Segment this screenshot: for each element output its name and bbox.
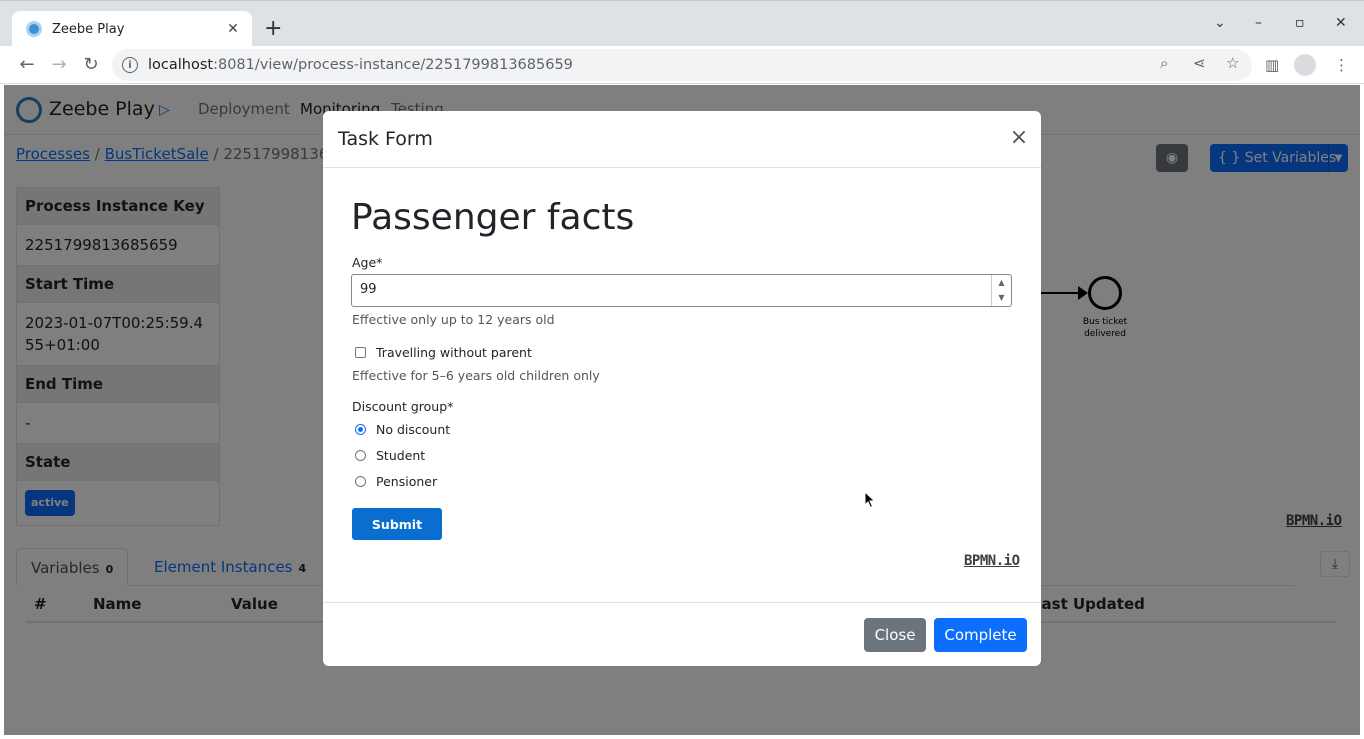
age-stepper[interactable]: ▲ ▼	[991, 275, 1011, 306]
travelling-help-text: Effective for 5–6 years old children onl…	[352, 368, 600, 383]
travelling-without-parent-label[interactable]: Travelling without parent	[376, 345, 532, 360]
radio-student[interactable]	[355, 450, 366, 461]
new-tab-icon[interactable]: +	[264, 17, 282, 41]
browser-menu-icon[interactable]: ⋮	[1334, 56, 1349, 74]
share-icon[interactable]: ⋖	[1193, 54, 1206, 72]
radio-pensioner-label[interactable]: Pensioner	[376, 474, 437, 489]
reload-icon[interactable]: ↻	[80, 54, 102, 75]
age-value: 99	[360, 282, 377, 297]
address-bar: ← → ↻ i localhost:8081/view/process-inst…	[0, 46, 1364, 84]
url-field[interactable]: i localhost:8081/view/process-instance/2…	[112, 49, 1252, 81]
tab-title: Zeebe Play	[52, 21, 125, 37]
complete-button[interactable]: Complete	[934, 618, 1027, 652]
age-label: Age*	[352, 255, 383, 270]
radio-pensioner[interactable]	[355, 476, 366, 487]
radio-no-discount-label[interactable]: No discount	[376, 422, 450, 437]
profile-avatar-icon[interactable]	[1294, 54, 1316, 76]
task-form-modal: Task Form × Passenger facts Age* 99 ▲ ▼ …	[323, 111, 1041, 666]
tab-search-icon[interactable]: ⌄	[1214, 15, 1226, 31]
age-help-text: Effective only up to 12 years old	[352, 312, 555, 327]
radio-no-discount[interactable]	[355, 424, 366, 435]
zeebe-favicon-icon	[26, 21, 42, 37]
url-host: localhost	[148, 57, 214, 73]
form-title: Passenger facts	[351, 197, 635, 238]
discount-group-label: Discount group*	[352, 399, 454, 414]
url-path: :8081/view/process-instance/225179981368…	[213, 57, 573, 73]
minimize-icon[interactable]: –	[1255, 15, 1262, 31]
modal-title: Task Form	[338, 128, 433, 150]
travelling-without-parent-checkbox[interactable]	[355, 347, 366, 358]
decrement-icon[interactable]: ▼	[992, 290, 1011, 305]
age-field[interactable]: 99 ▲ ▼	[351, 274, 1012, 307]
close-icon[interactable]: ×	[1007, 125, 1031, 150]
browser-tab[interactable]: Zeebe Play ✕	[12, 11, 252, 47]
side-panel-icon[interactable]: ▥	[1265, 56, 1279, 74]
tab-close-icon[interactable]: ✕	[224, 21, 242, 37]
maximize-icon[interactable]: ▫	[1295, 15, 1305, 31]
modal-header: Task Form ×	[323, 111, 1041, 168]
radio-student-label[interactable]: Student	[376, 448, 425, 463]
close-button[interactable]: Close	[864, 618, 926, 652]
window-close-icon[interactable]: ✕	[1335, 15, 1347, 31]
browser-tab-strip: Zeebe Play ✕ + ⌄ – ▫ ✕	[0, 0, 1364, 47]
increment-icon[interactable]: ▲	[992, 275, 1011, 290]
bookmark-star-icon[interactable]: ☆	[1226, 54, 1239, 72]
site-info-icon[interactable]: i	[122, 57, 138, 73]
back-icon[interactable]: ←	[16, 54, 38, 75]
bpmn-io-logo[interactable]: BPMN.iO	[964, 553, 1020, 569]
forward-icon[interactable]: →	[48, 54, 70, 75]
zoom-icon[interactable]: ⌕	[1160, 54, 1168, 72]
modal-footer: Close Complete	[323, 602, 1041, 666]
submit-button[interactable]: Submit	[352, 508, 442, 540]
